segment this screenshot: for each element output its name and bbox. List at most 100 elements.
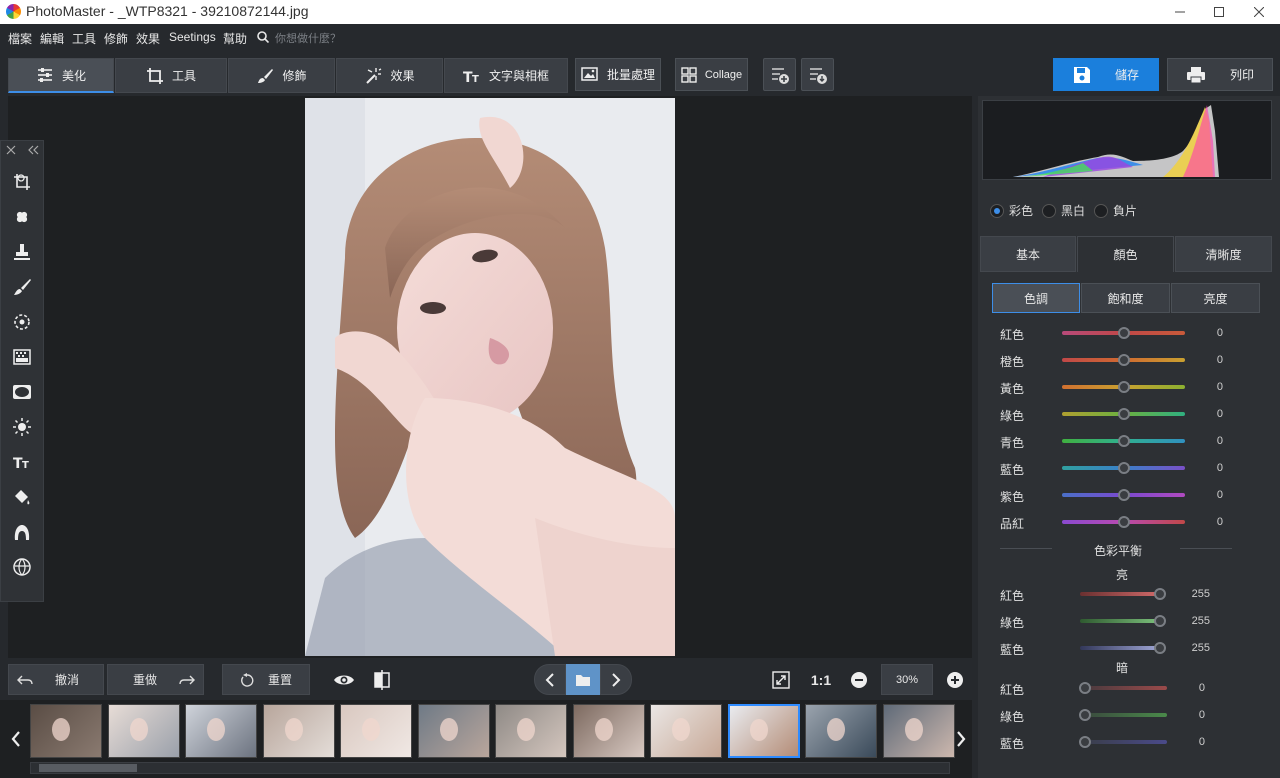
hair-tool[interactable] <box>11 521 33 543</box>
brush-tool[interactable] <box>11 276 33 298</box>
clone-stamp-tool[interactable] <box>11 241 33 263</box>
undo-button[interactable]: 撤消 <box>8 664 104 695</box>
slider-knob[interactable] <box>1117 381 1130 393</box>
prev-image-button[interactable] <box>534 664 566 695</box>
redo-button[interactable]: 重做 <box>107 664 204 695</box>
menu-file[interactable]: 檔案 <box>8 30 32 47</box>
slider-knob[interactable] <box>1154 588 1166 600</box>
slider-knob[interactable] <box>1154 642 1166 654</box>
next-image-button[interactable] <box>600 664 632 695</box>
tab-enhance[interactable]: 美化 <box>8 58 114 93</box>
slider-track[interactable] <box>1085 713 1167 717</box>
slider-track[interactable] <box>1085 740 1167 744</box>
menu-help[interactable]: 幫助 <box>223 30 247 47</box>
slider-track[interactable] <box>1080 592 1160 596</box>
filmstrip-thumbnail[interactable] <box>882 704 955 758</box>
search-input[interactable]: 你想做什麼？ <box>275 30 341 46</box>
filmstrip-scrollbar[interactable] <box>30 762 950 774</box>
filmstrip-thumbnail[interactable] <box>805 704 877 758</box>
palette-collapse-icon[interactable] <box>27 145 39 155</box>
tab-label: 文字與相框 <box>488 69 549 83</box>
slider-knob[interactable] <box>1079 682 1091 694</box>
load-preset-button[interactable] <box>801 58 834 91</box>
zoom-level-field[interactable]: 30% <box>881 664 933 695</box>
light-tool[interactable] <box>11 416 33 438</box>
filmstrip-thumbnail[interactable] <box>340 704 412 758</box>
collage-button[interactable]: Collage <box>675 58 748 91</box>
radial-filter-tool[interactable] <box>11 311 33 333</box>
zoom-out-button[interactable] <box>844 664 874 695</box>
subtab-hue[interactable]: 色調 <box>992 283 1080 313</box>
print-button[interactable]: 列印 <box>1167 58 1273 91</box>
text-tool[interactable]: TT <box>11 451 33 473</box>
slider-knob[interactable] <box>1079 709 1091 721</box>
rotate-crop-tool[interactable] <box>11 171 33 193</box>
subtab-saturation[interactable]: 飽和度 <box>1081 283 1170 313</box>
filmstrip-thumbnail[interactable] <box>107 704 180 758</box>
zoom-in-button[interactable] <box>940 664 970 695</box>
main-photo[interactable] <box>305 98 675 656</box>
filmstrip-next-icon[interactable] <box>955 730 967 748</box>
globe-tool[interactable] <box>11 556 33 578</box>
slider-knob[interactable] <box>1117 489 1130 501</box>
tab-effects[interactable]: 效果 <box>336 58 443 93</box>
healing-tool[interactable] <box>11 206 33 228</box>
tab-clarity[interactable]: 清晰度 <box>1175 236 1272 272</box>
subtab-brightness[interactable]: 亮度 <box>1171 283 1260 313</box>
tab-color[interactable]: 顏色 <box>1077 236 1174 272</box>
slider-track[interactable] <box>1085 686 1167 690</box>
mode-color-radio[interactable]: 彩色 <box>990 202 1033 219</box>
filmstrip-prev-icon[interactable] <box>10 730 22 748</box>
filmstrip-thumbnail[interactable] <box>572 704 645 758</box>
open-folder-button[interactable] <box>566 664 600 695</box>
slider-knob[interactable] <box>1154 615 1166 627</box>
slider-knob[interactable] <box>1117 516 1130 528</box>
menu-tools[interactable]: 工具 <box>72 30 96 47</box>
filmstrip-thumbnail[interactable] <box>650 704 722 758</box>
close-button[interactable] <box>1242 0 1276 24</box>
minimize-button[interactable] <box>1163 0 1197 24</box>
preview-button[interactable] <box>328 664 360 695</box>
fit-screen-button[interactable] <box>765 664 797 695</box>
slider-track[interactable] <box>1080 619 1160 623</box>
menu-retouch[interactable]: 修飾 <box>104 30 128 47</box>
add-preset-button[interactable] <box>763 58 796 91</box>
mode-negative-radio[interactable]: 負片 <box>1094 202 1137 219</box>
slider-track[interactable] <box>1080 646 1160 650</box>
fill-tool[interactable] <box>11 486 33 508</box>
palette-close-icon[interactable] <box>6 145 16 155</box>
actual-size-button[interactable]: 1:1 <box>805 664 837 695</box>
mode-bw-radio[interactable]: 黑白 <box>1042 202 1085 219</box>
slider-knob[interactable] <box>1117 327 1130 339</box>
batch-button[interactable]: 批量處理 <box>575 58 661 91</box>
filmstrip-thumbnail[interactable] <box>495 704 567 758</box>
save-button[interactable]: 儲存 <box>1053 58 1159 91</box>
filmstrip-thumbnail[interactable] <box>417 704 490 758</box>
compare-button[interactable] <box>366 664 398 695</box>
slider-knob[interactable] <box>1117 408 1130 420</box>
filmstrip-thumbnail[interactable] <box>30 704 102 758</box>
window-title: PhotoMaster - _WTP8321 - 39210872144.jpg <box>26 3 309 19</box>
filmstrip-scroll-thumb[interactable] <box>39 764 137 772</box>
slider-knob[interactable] <box>1117 435 1130 447</box>
filmstrip-thumbnail[interactable] <box>727 704 800 758</box>
filmstrip-thumbnail[interactable] <box>185 704 257 758</box>
search-icon[interactable] <box>257 31 269 43</box>
menu-settings[interactable]: Seetings <box>169 30 216 44</box>
tab-tools[interactable]: 工具 <box>115 58 227 93</box>
tab-basic[interactable]: 基本 <box>980 236 1076 272</box>
slider-label: 品紅 <box>1000 517 1025 531</box>
slider-knob[interactable] <box>1117 354 1130 366</box>
thumbnail-image <box>439 718 458 742</box>
maximize-button[interactable] <box>1202 0 1236 24</box>
tab-text-frames[interactable]: TT 文字與相框 <box>444 58 568 93</box>
vignette-tool[interactable] <box>11 381 33 403</box>
gradient-filter-tool[interactable] <box>11 346 33 368</box>
filmstrip-thumbnail[interactable] <box>262 704 335 758</box>
tab-retouch[interactable]: 修飾 <box>228 58 335 93</box>
reset-button[interactable]: 重置 <box>222 664 310 695</box>
menu-edit[interactable]: 編輯 <box>40 30 64 47</box>
slider-knob[interactable] <box>1117 462 1130 474</box>
slider-knob[interactable] <box>1079 736 1091 748</box>
menu-effects[interactable]: 效果 <box>136 30 160 47</box>
